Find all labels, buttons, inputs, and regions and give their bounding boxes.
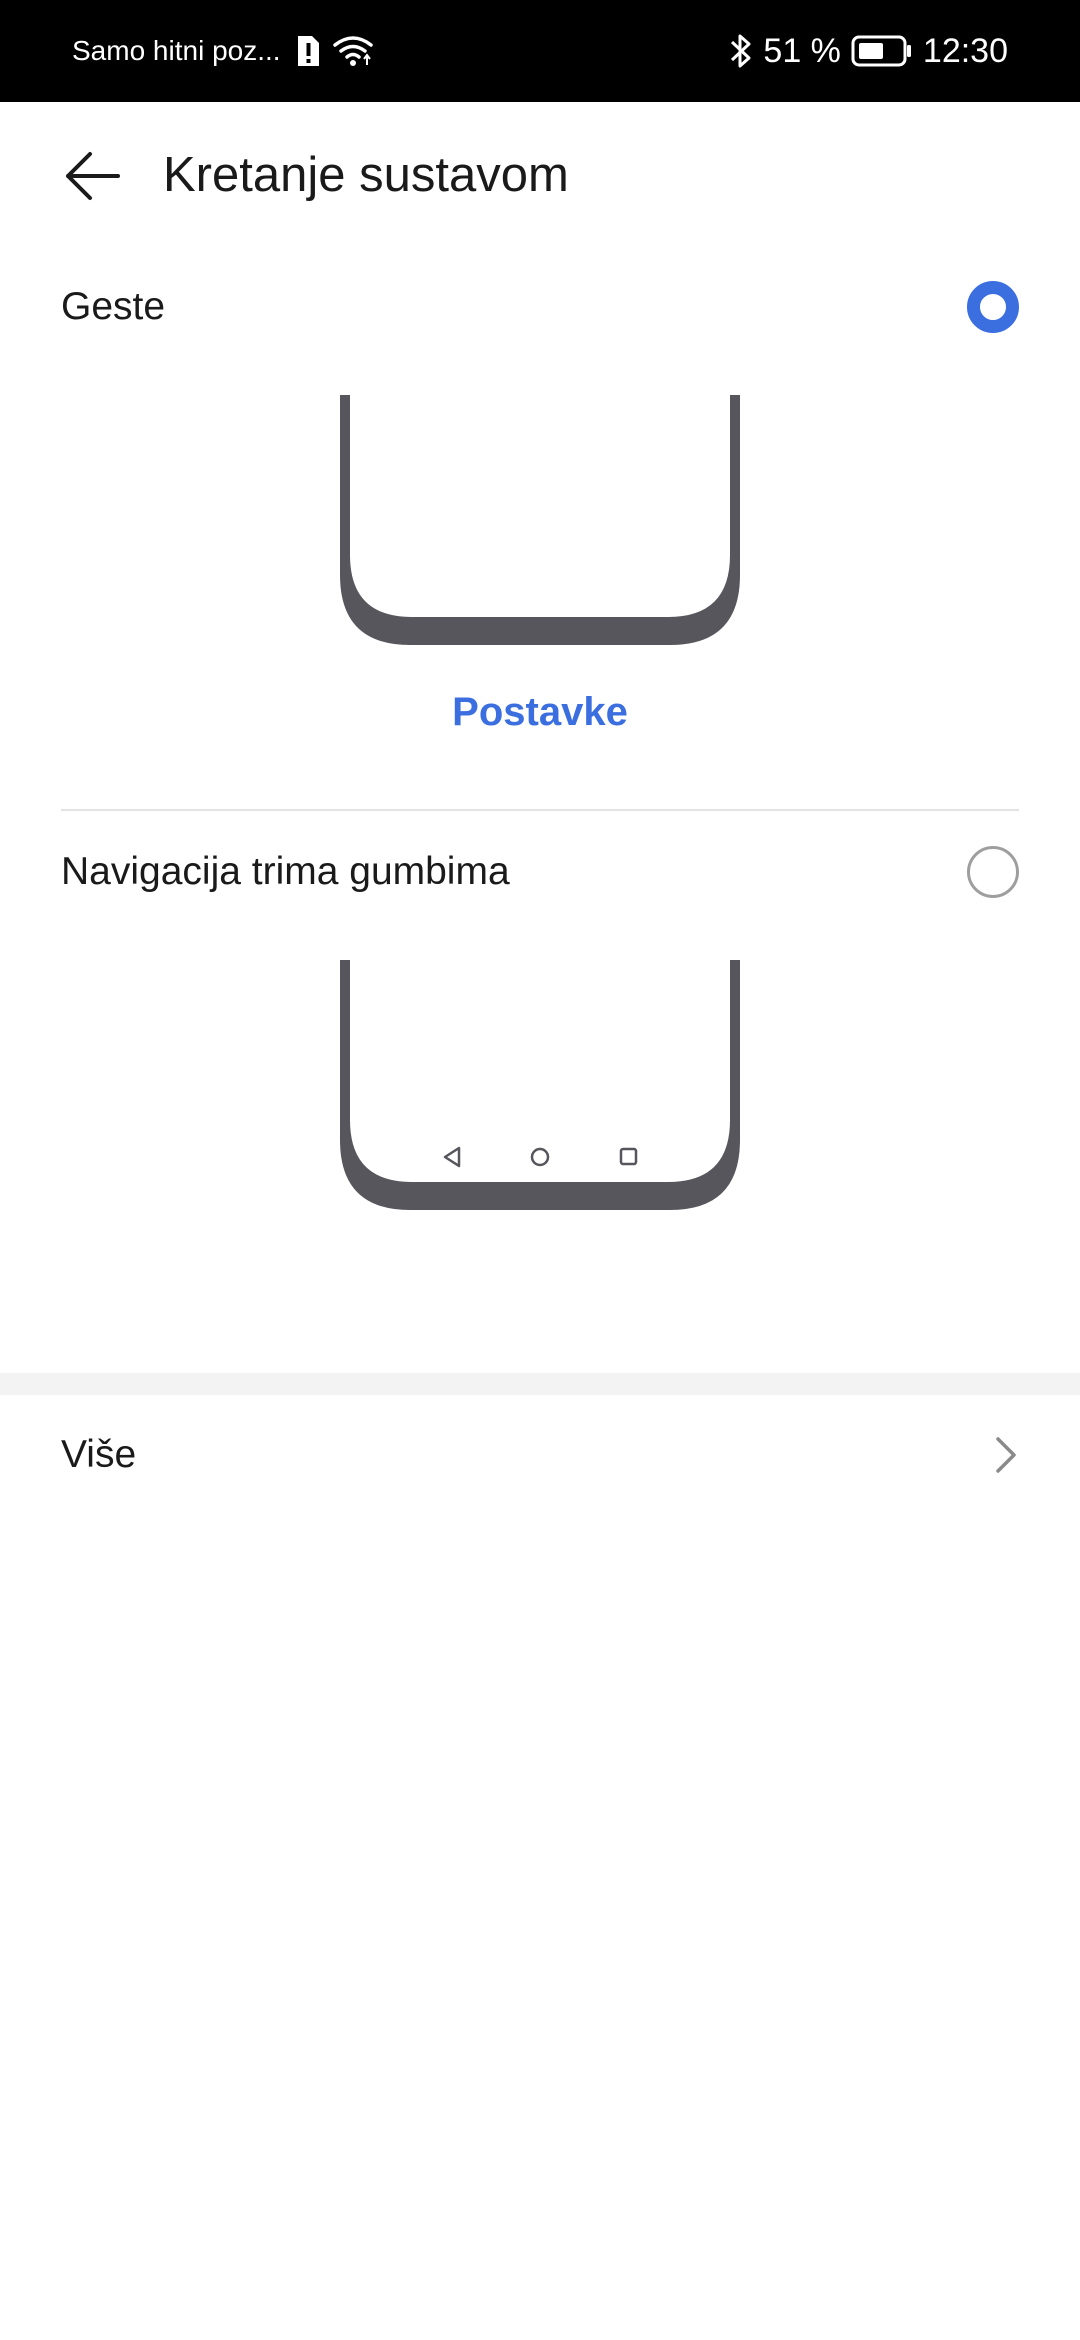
radio-gestures[interactable] <box>967 281 1019 333</box>
option-gestures-label: Geste <box>61 285 166 328</box>
more-label: Više <box>61 1433 137 1476</box>
sim-alert-icon <box>297 36 319 66</box>
page-title: Kretanje sustavom <box>163 148 569 202</box>
gestures-settings-link[interactable]: Postavke <box>0 690 1080 735</box>
more-row[interactable]: Više <box>61 1405 1019 1505</box>
divider <box>61 809 1019 811</box>
option-three-button[interactable]: Navigacija trima gumbima <box>61 822 1019 922</box>
battery-percent: 51 % <box>763 31 841 70</box>
gestures-phone-illustration <box>340 395 740 645</box>
back-button[interactable] <box>50 134 134 218</box>
three-button-phone-illustration <box>340 960 740 1210</box>
status-right: 51 % 12:30 <box>719 0 1008 102</box>
wifi-icon <box>332 36 373 66</box>
app-bar: Kretanje sustavom <box>0 102 1080 248</box>
bluetooth-icon <box>731 34 751 68</box>
section-separator <box>0 1373 1080 1395</box>
option-gestures[interactable]: Geste <box>61 257 1019 357</box>
battery-icon <box>851 35 911 67</box>
clock: 12:30 <box>922 31 1008 70</box>
carrier-text: Samo hitni poz... <box>72 35 281 66</box>
status-bar: Samo hitni poz... 51 % 12:30 <box>0 0 1080 102</box>
option-three-button-label: Navigacija trima gumbima <box>61 850 510 893</box>
status-left: Samo hitni poz... <box>72 0 385 102</box>
chevron-right-icon <box>996 1437 1016 1473</box>
radio-three-button[interactable] <box>967 846 1019 898</box>
back-arrow-icon <box>66 152 120 200</box>
